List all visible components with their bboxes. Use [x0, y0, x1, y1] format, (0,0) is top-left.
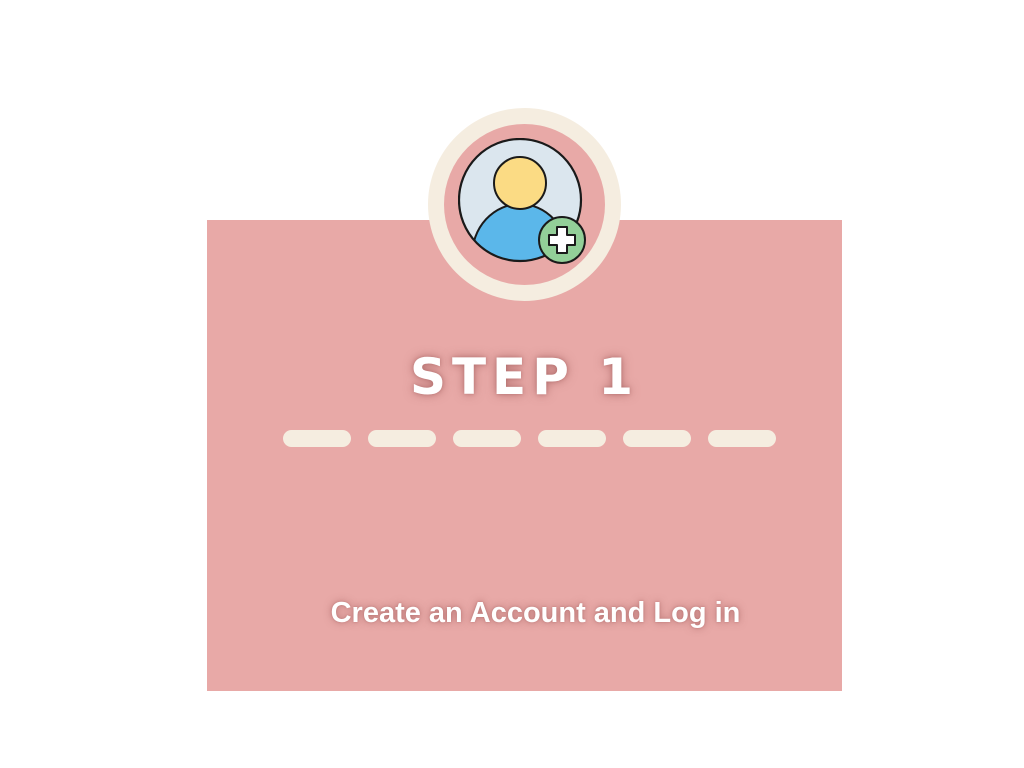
divider-dash — [283, 430, 351, 447]
step-description: Create an Account and Log in — [330, 597, 741, 629]
divider-dash — [538, 430, 606, 447]
add-user-icon — [458, 138, 586, 264]
divider-dash — [708, 430, 776, 447]
plus-icon — [538, 216, 586, 264]
divider-dash — [368, 430, 436, 447]
step-page: STEP 1 Create an Account and Log in — [0, 0, 1024, 768]
divider-dash — [453, 430, 521, 447]
step-title: STEP 1 — [409, 348, 640, 406]
divider-dash — [623, 430, 691, 447]
dashed-divider — [283, 430, 777, 448]
avatar-head — [493, 156, 547, 210]
